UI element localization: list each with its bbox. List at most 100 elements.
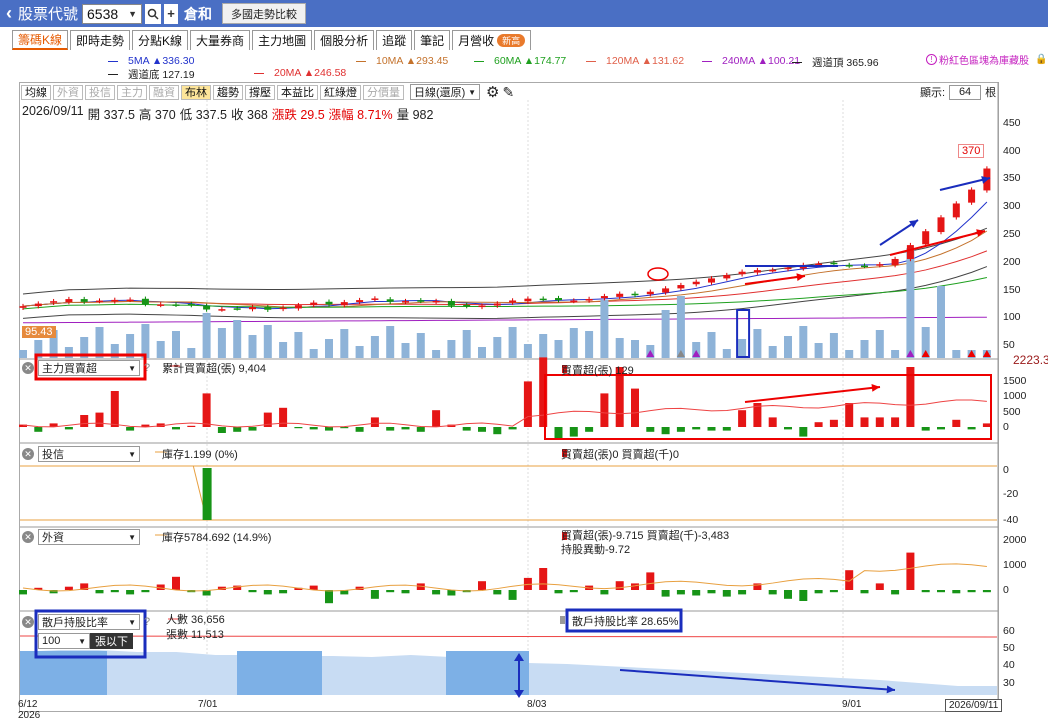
panel-retail-legend-ratio: 散戶持股比率 28.65%	[572, 613, 678, 629]
volume-bar	[462, 330, 471, 358]
x-axis-label: 7/01	[198, 699, 218, 710]
annotation-arrow	[744, 275, 806, 285]
close-icon[interactable]: ✕	[22, 531, 34, 543]
help-icon[interactable]: ?	[144, 362, 150, 374]
help-icon[interactable]: ?	[144, 616, 150, 628]
foreign-bar	[921, 590, 930, 593]
volume-bar	[829, 333, 838, 358]
candle	[784, 267, 792, 270]
foreign-bar	[799, 590, 808, 601]
retail-threshold-control: 100 ▼ 張以下	[38, 633, 133, 649]
volume-bar	[753, 329, 762, 358]
candle	[600, 296, 608, 299]
panel-trust-select-value: 投信	[42, 449, 64, 461]
main-force-bar	[217, 427, 226, 433]
panel-axis-tick: 2000	[1003, 534, 1027, 546]
candle	[631, 293, 639, 296]
panel-axis-tick: -40	[1003, 514, 1019, 526]
ma240-flag-label: 95.43	[22, 326, 56, 338]
main-force-bar	[676, 427, 685, 432]
panel-main-force-legend: 買賣超(張) 129	[561, 362, 634, 378]
x-axis-label: 8/03	[527, 699, 547, 710]
candle	[371, 298, 379, 300]
foreign-bar	[110, 590, 119, 593]
volume-bar	[217, 328, 226, 358]
main-force-bar	[722, 427, 731, 431]
foreign-bar	[692, 590, 701, 596]
main-force-bar	[432, 410, 441, 427]
panel-main-force-select[interactable]: 主力買賣超 ▼	[38, 360, 140, 376]
foreign-bar	[64, 586, 73, 590]
candle	[570, 300, 578, 303]
x-axis-label: 6/12	[18, 699, 38, 710]
volume-max-label: 2223.3	[1013, 353, 1048, 367]
foreign-bar	[860, 590, 869, 594]
volume-bar	[447, 340, 456, 358]
main-force-bar	[768, 417, 777, 427]
main-force-bar	[355, 427, 364, 432]
main-force-bar	[707, 427, 716, 431]
candle	[738, 271, 746, 275]
trust-bar	[202, 468, 212, 520]
close-icon[interactable]: ✕	[22, 448, 34, 460]
candle	[356, 300, 364, 303]
volume-bar	[508, 327, 517, 358]
candle	[815, 263, 823, 266]
candle	[463, 304, 471, 307]
close-icon[interactable]: ✕	[22, 616, 34, 628]
price-tick: 450	[1003, 117, 1021, 129]
candle	[493, 303, 501, 306]
panel-foreign-select[interactable]: 外資 ▼	[38, 529, 140, 545]
foreign-bar	[493, 590, 502, 595]
foreign-bar	[248, 590, 257, 593]
volume-bar	[952, 350, 961, 358]
main-force-bar	[309, 427, 318, 430]
volume-bar	[738, 339, 747, 358]
main-force-bar	[523, 381, 532, 427]
candle	[233, 308, 241, 310]
volume-bar	[875, 330, 884, 358]
volume-bar	[600, 300, 609, 358]
foreign-bar	[263, 590, 272, 595]
panel-trust-header: ✕ 投信 ▼ 庫存1.199 (0%)	[22, 446, 238, 462]
volume-bar	[661, 310, 670, 358]
price-tick: 200	[1003, 256, 1021, 268]
main-force-bar	[845, 403, 854, 427]
panel-foreign-select-value: 外資	[42, 532, 64, 544]
candle	[891, 258, 899, 266]
main-force-bar	[294, 427, 303, 429]
retail-threshold-select[interactable]: 100 ▼	[38, 633, 90, 649]
volume-bar	[95, 327, 104, 358]
candle	[447, 300, 455, 306]
candle	[279, 307, 287, 310]
main-force-bar	[508, 427, 517, 430]
foreign-bar	[141, 590, 150, 593]
panel-axis-tick: 1500	[1003, 375, 1027, 387]
panel-trust-select[interactable]: 投信 ▼	[38, 446, 140, 462]
volume-bar	[906, 248, 915, 358]
main-force-bar	[325, 427, 333, 431]
legend-swatch	[560, 616, 565, 624]
volume-bar	[631, 340, 639, 358]
close-icon[interactable]: ✕	[22, 362, 34, 374]
main-force-bar	[386, 427, 395, 431]
candle	[876, 264, 884, 266]
volume-bar	[845, 350, 854, 358]
volume-bar	[156, 341, 165, 358]
main-force-bar	[64, 427, 73, 430]
foreign-bar	[967, 590, 976, 593]
candle	[555, 298, 562, 301]
candle	[96, 300, 103, 303]
foreign-bar	[615, 581, 624, 590]
panel-retail-legend: 人數 36,656 張數 11,513	[166, 613, 225, 643]
volume-bar	[309, 349, 318, 358]
panel-trust-legend-inventory: 庫存1.199 (0%)	[162, 449, 238, 461]
foreign-bar	[19, 590, 27, 595]
panel-trust-legend: 買賣超(張)0 買賣超(千)0	[561, 446, 679, 462]
volume-bar	[860, 340, 869, 358]
main-force-bar	[829, 419, 838, 427]
panel-retail-select[interactable]: 散戶持股比率 ▼	[38, 614, 140, 630]
foreign-bar	[891, 590, 900, 595]
main-force-cum-line	[22, 399, 987, 428]
panel-main-force-header: ✕ 主力買賣超 ▼ ? 累計買賣超(張) 9,404	[22, 360, 266, 376]
